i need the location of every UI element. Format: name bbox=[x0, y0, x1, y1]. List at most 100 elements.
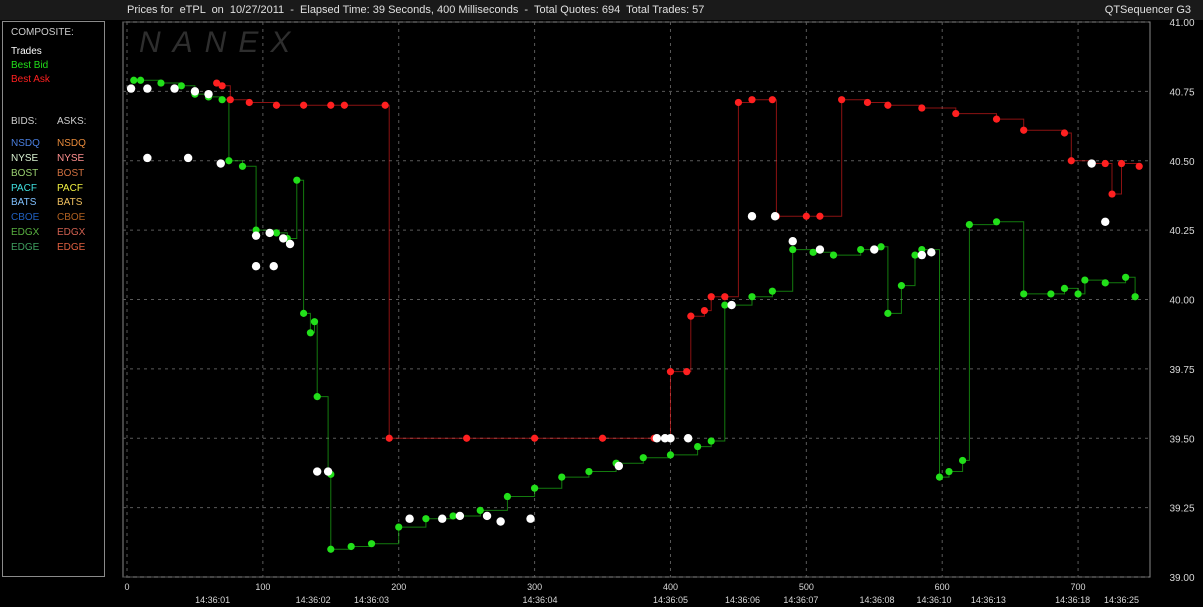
point-best-bid bbox=[877, 243, 885, 251]
x-tick-label: 500 bbox=[799, 582, 814, 592]
y-tick-label: 40.50 bbox=[1169, 157, 1194, 168]
point-best-ask bbox=[381, 101, 389, 109]
point-trades bbox=[788, 237, 797, 246]
point-trades bbox=[917, 250, 927, 260]
point-trades bbox=[170, 84, 179, 93]
point-trades bbox=[927, 248, 936, 257]
point-best-bid bbox=[958, 456, 967, 465]
x-tick-label: 300 bbox=[527, 582, 542, 592]
point-best-bid bbox=[666, 451, 675, 459]
point-best-bid bbox=[1074, 290, 1082, 298]
point-best-bid bbox=[1101, 279, 1109, 287]
point-best-ask bbox=[1101, 159, 1109, 168]
time-label: 14:36:01 bbox=[195, 595, 230, 605]
point-trades bbox=[251, 262, 261, 271]
point-best-ask bbox=[838, 96, 846, 104]
point-best-ask bbox=[1060, 129, 1069, 137]
point-best-bid bbox=[935, 473, 944, 481]
point-trades bbox=[652, 434, 662, 443]
point-best-bid bbox=[639, 454, 647, 462]
point-best-bid bbox=[503, 492, 512, 501]
time-label: 14:36:06 bbox=[725, 595, 760, 605]
y-tick-label: 41.00 bbox=[1169, 18, 1194, 29]
point-trades bbox=[614, 461, 624, 471]
point-trades bbox=[126, 84, 136, 93]
x-tick-label: 0 bbox=[124, 582, 129, 592]
point-best-ask bbox=[245, 98, 253, 107]
point-best-ask bbox=[598, 434, 607, 442]
point-trades bbox=[526, 514, 535, 523]
x-tick-label: 200 bbox=[391, 582, 406, 592]
x-tick-label: 100 bbox=[255, 582, 270, 592]
point-best-bid bbox=[897, 282, 906, 290]
point-best-ask bbox=[687, 312, 695, 320]
point-best-bid bbox=[1081, 276, 1089, 284]
y-tick-label: 40.25 bbox=[1169, 226, 1194, 237]
point-best-bid bbox=[1060, 284, 1069, 292]
point-best-ask bbox=[1135, 162, 1143, 170]
point-best-ask bbox=[300, 101, 308, 109]
time-label: 14:36:10 bbox=[917, 595, 952, 605]
point-best-ask bbox=[272, 101, 281, 109]
point-trades bbox=[143, 153, 152, 163]
point-best-bid bbox=[585, 467, 593, 476]
point-trades bbox=[1087, 159, 1096, 168]
point-best-bid bbox=[313, 393, 321, 401]
point-best-bid bbox=[531, 484, 539, 492]
point-best-bid bbox=[449, 512, 457, 520]
point-trades bbox=[279, 234, 288, 243]
point-trades bbox=[204, 89, 213, 99]
point-trades bbox=[265, 228, 274, 238]
point-trades bbox=[747, 212, 757, 221]
point-best-ask bbox=[385, 434, 393, 442]
point-trades bbox=[727, 300, 736, 310]
point-best-ask bbox=[952, 109, 960, 118]
point-trades bbox=[815, 245, 825, 254]
point-best-bid bbox=[238, 162, 247, 170]
point-best-ask bbox=[700, 307, 709, 315]
point-best-bid bbox=[347, 542, 355, 551]
point-best-ask bbox=[1117, 159, 1126, 168]
point-trades bbox=[323, 467, 333, 476]
time-label: 14:36:08 bbox=[859, 595, 894, 605]
x-tick-label: 700 bbox=[1071, 582, 1086, 592]
point-best-ask bbox=[918, 104, 926, 112]
point-best-bid bbox=[225, 157, 233, 165]
time-label: 14:36:02 bbox=[296, 595, 331, 605]
y-tick-label: 39.75 bbox=[1169, 365, 1194, 376]
point-trades bbox=[870, 245, 879, 254]
time-label: 14:36:04 bbox=[523, 595, 558, 605]
point-best-bid bbox=[395, 523, 403, 531]
point-best-bid bbox=[721, 301, 729, 309]
point-best-ask bbox=[1020, 126, 1028, 134]
time-label: 14:36:13 bbox=[971, 595, 1006, 605]
point-best-ask bbox=[226, 96, 234, 104]
y-tick-label: 40.00 bbox=[1169, 296, 1194, 307]
point-best-ask bbox=[666, 368, 675, 376]
point-trades bbox=[285, 239, 295, 249]
point-best-ask bbox=[768, 96, 776, 104]
point-best-ask bbox=[463, 434, 471, 442]
point-best-bid bbox=[857, 245, 865, 254]
point-trades bbox=[190, 87, 200, 96]
point-best-ask bbox=[531, 434, 539, 442]
point-best-bid bbox=[789, 245, 797, 254]
point-trades bbox=[496, 517, 505, 526]
point-best-bid bbox=[965, 220, 973, 229]
point-trades bbox=[438, 514, 447, 523]
point-best-bid bbox=[694, 442, 702, 451]
point-best-ask bbox=[1108, 190, 1116, 198]
point-best-ask bbox=[748, 96, 756, 104]
point-trades bbox=[1101, 217, 1110, 226]
point-trades bbox=[216, 159, 225, 168]
time-label: 14:36:07 bbox=[783, 595, 818, 605]
point-best-ask bbox=[884, 101, 892, 109]
y-tick-label: 39.25 bbox=[1169, 504, 1194, 515]
point-trades bbox=[770, 212, 780, 221]
point-trades bbox=[666, 434, 675, 443]
point-trades bbox=[269, 262, 278, 271]
point-trades bbox=[143, 84, 152, 93]
point-best-ask bbox=[992, 115, 1001, 123]
point-best-bid bbox=[1047, 290, 1055, 298]
point-best-ask bbox=[707, 293, 715, 301]
